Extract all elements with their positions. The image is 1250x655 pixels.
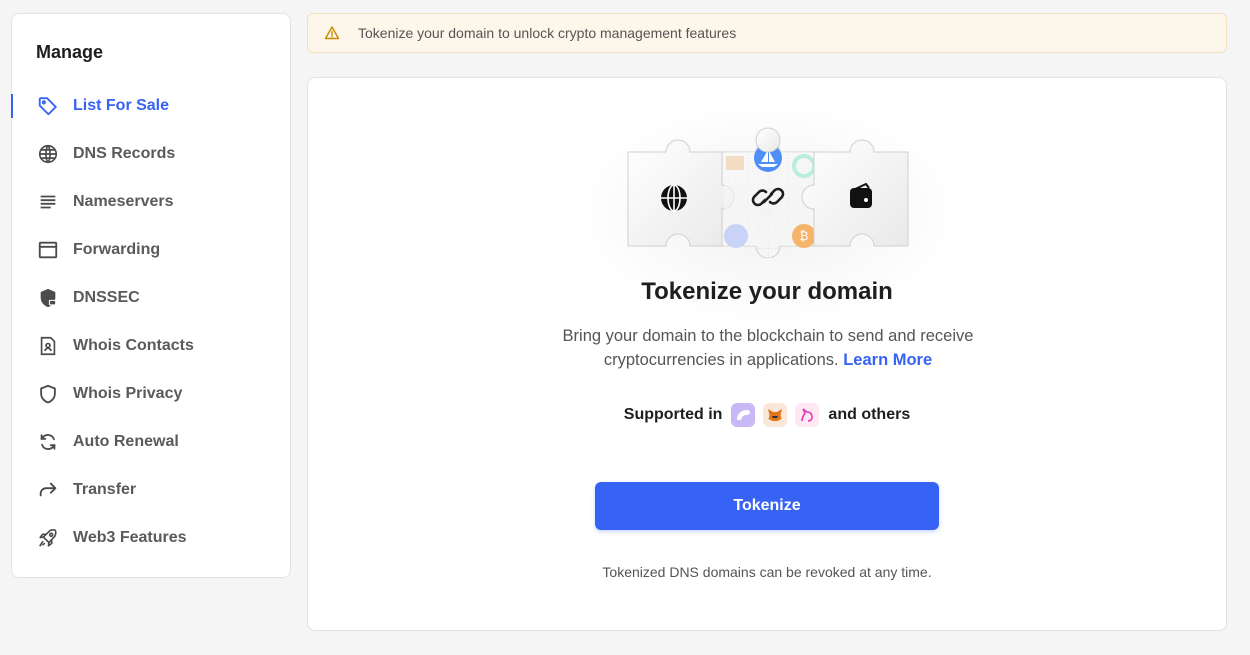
- tokenize-warning-banner: Tokenize your domain to unlock crypto ma…: [307, 13, 1227, 53]
- uniswap-unicorn-icon: [795, 403, 820, 427]
- sidebar-item-web3-features[interactable]: Web3 Features: [12, 514, 290, 562]
- sidebar-item-list-for-sale[interactable]: List For Sale: [11, 82, 290, 130]
- web-globe-icon: [661, 184, 687, 212]
- lines-icon: [37, 191, 59, 213]
- globe-icon: [37, 143, 59, 165]
- tokenize-description: Bring your domain to the blockchain to s…: [518, 324, 1018, 372]
- rocket-icon: [37, 527, 59, 549]
- sidebar-item-label: Transfer: [73, 481, 137, 498]
- shield-icon: [37, 383, 59, 405]
- sidebar-title: Manage: [36, 42, 104, 62]
- puzzle-illustration: ₿: [627, 127, 909, 258]
- supported-suffix: and others: [828, 406, 911, 423]
- tokenize-button[interactable]: Tokenize: [595, 482, 939, 530]
- warning-icon: [324, 26, 340, 40]
- sidebar: Manage List For Sale DNS Records Nameser…: [11, 13, 291, 578]
- sidebar-item-label: Whois Privacy: [73, 385, 183, 402]
- sidebar-item-whois-contacts[interactable]: Whois Contacts: [12, 322, 290, 370]
- sidebar-item-label: Whois Contacts: [73, 337, 194, 354]
- sidebar-item-label: List For Sale: [73, 97, 170, 114]
- sidebar-item-transfer[interactable]: Transfer: [12, 466, 290, 514]
- wallet-app-icon: [731, 403, 756, 427]
- svg-text:₿: ₿: [800, 229, 809, 243]
- shield-lock-icon: [37, 287, 59, 309]
- forward-arrow-icon: [37, 479, 59, 501]
- sidebar-nav: List For Sale DNS Records Nameservers Fo…: [11, 82, 290, 562]
- tag-icon: [37, 95, 59, 117]
- sidebar-item-forwarding[interactable]: Forwarding: [12, 226, 290, 274]
- tokenize-card: ₿ Tokenize your domain Bring your domain…: [307, 77, 1227, 631]
- sidebar-item-label: DNS Records: [73, 145, 176, 162]
- sidebar-item-label: Web3 Features: [73, 529, 187, 546]
- revocation-note: Tokenized DNS domains can be revoked at …: [602, 564, 932, 580]
- learn-more-link[interactable]: Learn More: [843, 351, 932, 369]
- sidebar-item-nameservers[interactable]: Nameservers: [12, 178, 290, 226]
- sidebar-item-dnssec[interactable]: DNSSEC: [12, 274, 290, 322]
- contact-file-icon: [37, 335, 59, 357]
- supported-prefix: Supported in: [623, 406, 723, 423]
- refresh-icon: [37, 431, 59, 453]
- sidebar-item-whois-privacy[interactable]: Whois Privacy: [12, 370, 290, 418]
- sidebar-item-auto-renewal[interactable]: Auto Renewal: [12, 418, 290, 466]
- sidebar-item-label: Forwarding: [73, 241, 161, 258]
- metamask-fox-icon: [763, 403, 788, 427]
- sidebar-item-dns-records[interactable]: DNS Records: [12, 130, 290, 178]
- sidebar-item-label: Nameservers: [73, 193, 174, 210]
- sidebar-item-label: DNSSEC: [73, 289, 140, 306]
- window-icon: [37, 239, 59, 261]
- banner-text: Tokenize your domain to unlock crypto ma…: [358, 25, 737, 41]
- supported-apps-row: Supported in and others: [308, 403, 1226, 427]
- sidebar-item-label: Auto Renewal: [73, 433, 179, 450]
- page-title: Tokenize your domain: [641, 278, 893, 305]
